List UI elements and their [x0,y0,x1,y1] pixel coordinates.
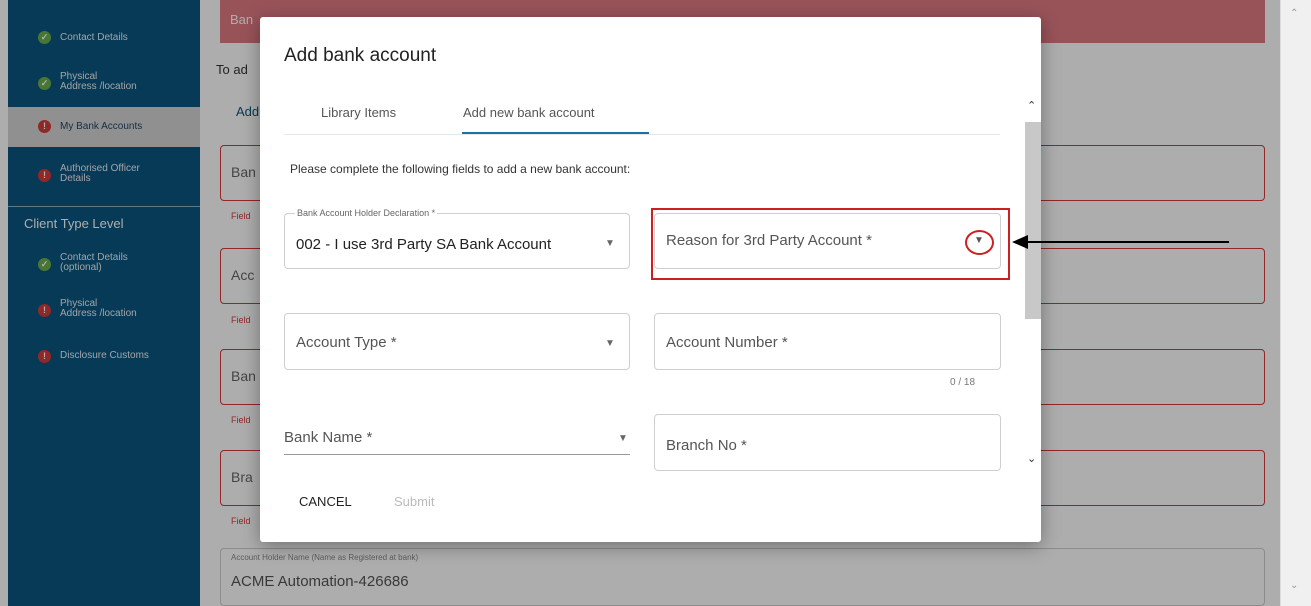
submit-button[interactable]: Submit [394,494,434,509]
bank-name-placeholder: Bank Name * [284,429,373,446]
dropdown-highlight-circle[interactable]: ▼ [965,230,994,255]
caret-down-icon: ▼ [618,433,628,444]
tab-library-items[interactable]: Library Items [321,105,396,120]
bank-name-select[interactable]: Bank Name * ▼ [284,417,630,455]
instruction-text: Please complete the following fields to … [290,162,631,176]
caret-down-icon: ▼ [974,235,984,246]
holder-declaration-value: 002 - I use 3rd Party SA Bank Account [296,236,552,253]
account-number-counter: 0 / 18 [950,377,976,388]
dialog-scrollbar-thumb[interactable] [1025,122,1041,319]
tab-add-new-bank-account[interactable]: Add new bank account [463,105,595,120]
holder-declaration-caption: Bank Account Holder Declaration * [295,208,438,218]
arrow-left-icon [1012,235,1229,249]
account-number-input[interactable]: Account Number * [654,313,1001,370]
scroll-up-icon[interactable]: ⌃ [1290,8,1298,19]
dialog-scrollbar[interactable]: ⌃ ⌄ [1025,97,1041,477]
caret-down-icon: ▼ [605,338,615,349]
chevron-down-icon[interactable]: ⌄ [1027,452,1036,465]
dialog-tabs: Library Items Add new bank account [284,97,1000,135]
highlight-box [651,208,1010,280]
holder-declaration-select[interactable]: Bank Account Holder Declaration * 002 - … [284,208,630,269]
active-tab-indicator [462,132,649,134]
account-type-select[interactable]: Account Type * ▼ [284,313,630,370]
branch-no-placeholder: Branch No * [666,437,747,454]
dialog-title: Add bank account [284,45,437,66]
account-number-placeholder: Account Number * [666,334,788,351]
branch-no-input[interactable]: Branch No * [654,414,1001,471]
chevron-up-icon[interactable]: ⌃ [1027,99,1036,112]
caret-down-icon: ▼ [605,238,615,249]
account-type-placeholder: Account Type * [296,334,397,351]
page-scrollbar[interactable]: ⌃ ⌄ [1280,0,1311,606]
scroll-down-icon[interactable]: ⌄ [1290,580,1298,591]
cancel-button[interactable]: CANCEL [299,494,352,509]
